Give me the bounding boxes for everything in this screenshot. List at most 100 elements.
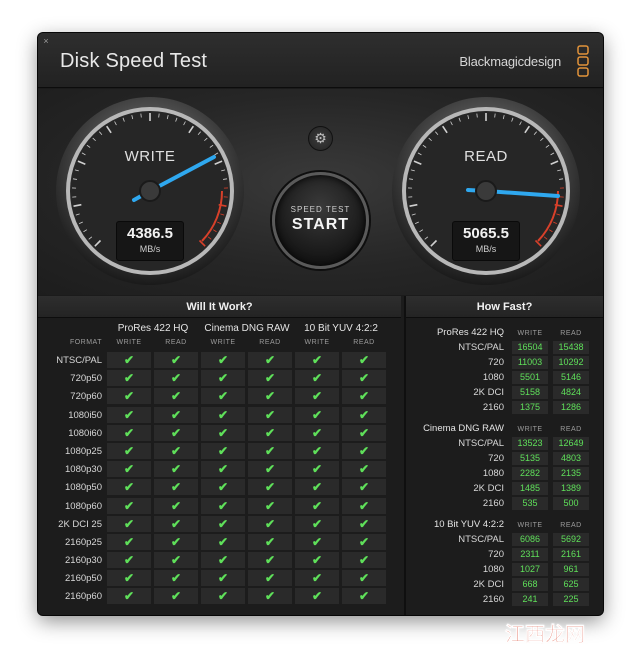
check-icon: ✔	[248, 588, 292, 605]
how-fast-row: 2160 535 500	[406, 496, 603, 511]
check-icon: ✔	[295, 497, 339, 514]
settings-gear-icon[interactable]: ⚙	[308, 126, 333, 151]
read-fps-value: 500	[553, 497, 589, 510]
read-fps-value: 4803	[553, 452, 589, 465]
blackmagic-logo-icon	[577, 45, 589, 77]
how-fast-row: 1080 1027 961	[406, 562, 603, 577]
check-icon: ✔	[154, 406, 198, 423]
read-fps-value: 12649	[553, 437, 589, 450]
check-icon: ✔	[154, 442, 198, 459]
format-row: 1080p50 ✔ ✔ ✔ ✔ ✔ ✔	[38, 478, 401, 496]
how-fast-row: 1080 5501 5146	[406, 370, 603, 385]
how-fast-read-header: READ	[560, 522, 582, 529]
check-icon: ✔	[295, 442, 339, 459]
check-icon: ✔	[342, 588, 386, 605]
check-icon: ✔	[201, 570, 245, 587]
watermark: 江西龙网	[505, 618, 586, 647]
check-icon: ✔	[201, 552, 245, 569]
check-icon: ✔	[201, 515, 245, 532]
check-icon: ✔	[342, 370, 386, 387]
check-icon: ✔	[154, 497, 198, 514]
format-label: 2160p30	[65, 555, 102, 567]
read-speed-readout: 5065.5 MB/s	[452, 221, 520, 261]
format-label: NTSC/PAL	[56, 355, 102, 366]
check-icon: ✔	[154, 588, 198, 605]
gauge-panel: WRITE 4386.5 MB/s ⚙ SPEED TEST START REA…	[38, 89, 603, 295]
check-icon: ✔	[342, 442, 386, 459]
write-fps-value: 5501	[512, 371, 548, 384]
check-icon: ✔	[295, 588, 339, 605]
how-fast-row-label: 2160	[482, 594, 504, 605]
check-icon: ✔	[107, 352, 151, 368]
read-fps-value: 961	[553, 563, 589, 576]
how-fast-write-header: WRITE	[517, 330, 543, 337]
check-icon: ✔	[342, 570, 386, 587]
how-fast-section: ProRes 422 HQ WRITE READ NTSC/PAL 16504 15438…	[406, 324, 603, 415]
how-fast-codec-row: 10 Bit YUV 4:2:2 WRITE READ	[406, 516, 603, 532]
write-speed-value: 4386.5	[127, 225, 173, 242]
check-icon: ✔	[201, 424, 245, 441]
cinemadng-write-header: WRITE	[210, 339, 236, 346]
format-label: 720p50	[70, 373, 102, 385]
write-fps-value: 535	[512, 497, 548, 510]
prores-write-header: WRITE	[116, 339, 142, 346]
start-button[interactable]: SPEED TEST START	[272, 172, 369, 269]
how-fast-row-label: 720	[488, 357, 504, 368]
check-icon: ✔	[295, 533, 339, 550]
check-icon: ✔	[107, 424, 151, 441]
read-fps-value: 1286	[553, 401, 589, 414]
yuv-write-header: WRITE	[304, 339, 330, 346]
close-icon[interactable]: ×	[41, 36, 51, 46]
read-fps-value: 15438	[553, 341, 589, 354]
check-icon: ✔	[201, 406, 245, 423]
write-gauge-label: WRITE	[124, 148, 176, 165]
results-area: Will It Work? ProRes 422 HQ Cinema DNG R…	[38, 296, 603, 615]
check-icon: ✔	[342, 388, 386, 405]
check-icon: ✔	[342, 479, 386, 496]
write-fps-value: 11003	[512, 356, 548, 369]
check-icon: ✔	[201, 533, 245, 550]
format-row: 720p60 ✔ ✔ ✔ ✔ ✔ ✔	[38, 387, 401, 405]
how-fast-row: 2160 241 225	[406, 592, 603, 607]
how-fast-title: How Fast?	[406, 296, 603, 318]
check-icon: ✔	[107, 388, 151, 405]
format-row: 2K DCI 25 ✔ ✔ ✔ ✔ ✔ ✔	[38, 515, 401, 533]
check-icon: ✔	[154, 570, 198, 587]
format-row: 720p50 ✔ ✔ ✔ ✔ ✔ ✔	[38, 369, 401, 387]
how-fast-row: NTSC/PAL 16504 15438	[406, 340, 603, 355]
check-icon: ✔	[295, 388, 339, 405]
cinemadng-read-header: READ	[259, 339, 281, 346]
how-fast-row: NTSC/PAL 13523 12649	[406, 436, 603, 451]
format-label: 2160p50	[65, 573, 102, 585]
how-fast-row: 1080 2282 2135	[406, 466, 603, 481]
check-icon: ✔	[107, 479, 151, 496]
how-fast-row: 2K DCI 668 625	[406, 577, 603, 592]
will-it-work-title: Will It Work?	[38, 296, 401, 318]
write-fps-value: 5135	[512, 452, 548, 465]
check-icon: ✔	[154, 352, 198, 368]
write-fps-value: 668	[512, 578, 548, 591]
read-fps-value: 5146	[553, 371, 589, 384]
how-fast-row-label: NTSC/PAL	[458, 342, 504, 353]
format-row: 2160p60 ✔ ✔ ✔ ✔ ✔ ✔	[38, 587, 401, 605]
check-icon: ✔	[248, 406, 292, 423]
format-label: 1080i60	[68, 427, 102, 439]
write-fps-value: 1375	[512, 401, 548, 414]
check-icon: ✔	[295, 370, 339, 387]
check-icon: ✔	[295, 461, 339, 478]
how-fast-codec-label: 10 Bit YUV 4:2:2	[433, 519, 504, 530]
read-gauge: READ 5065.5 MB/s	[390, 95, 582, 287]
read-gauge-label: READ	[464, 148, 508, 165]
how-fast-codec-row: ProRes 422 HQ WRITE READ	[406, 324, 603, 340]
start-button-label: START	[291, 216, 350, 233]
how-fast-row-label: 2K DCI	[473, 483, 504, 494]
how-fast-row: 2160 1375 1286	[406, 400, 603, 415]
check-icon: ✔	[248, 570, 292, 587]
app-title: Disk Speed Test	[60, 50, 208, 72]
check-icon: ✔	[201, 442, 245, 459]
format-row: 2160p30 ✔ ✔ ✔ ✔ ✔ ✔	[38, 551, 401, 569]
check-icon: ✔	[107, 552, 151, 569]
title-bar: × Disk Speed Test Blackmagicdesign	[38, 33, 603, 88]
check-icon: ✔	[248, 479, 292, 496]
check-icon: ✔	[107, 497, 151, 514]
